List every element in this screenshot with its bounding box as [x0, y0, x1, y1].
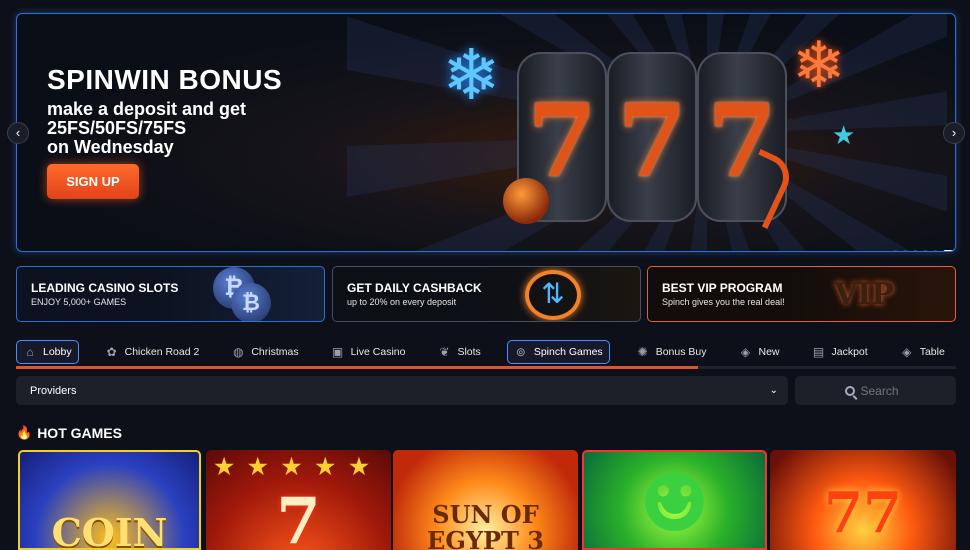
game-tile[interactable]: ☻	[582, 450, 767, 550]
hero-banner[interactable]: ❄ ❄ ★ 7 7 7 SPINWIN BONUS make a deposit…	[16, 13, 956, 252]
chevron-down-icon: ⌄	[769, 385, 778, 396]
search-icon	[844, 385, 855, 396]
tab-label: Table	[919, 346, 945, 358]
nav-scroll-progress	[16, 366, 956, 369]
person-icon: ▣	[331, 345, 344, 359]
tab-label: Chicken Road 2	[124, 346, 200, 358]
providers-dropdown[interactable]: Providers ⌄	[16, 376, 788, 405]
vip-logo-icon: VIP	[834, 277, 894, 312]
tab-label: Christmas	[251, 346, 299, 358]
spinch-logo-icon: ⊚	[515, 345, 526, 359]
game-tile[interactable]: COIN	[18, 450, 201, 550]
providers-label: Providers	[30, 384, 77, 397]
carousel-dot[interactable]	[923, 250, 928, 251]
nav-scroll-progress-fill	[16, 366, 698, 369]
carousel-dot[interactable]	[933, 250, 938, 251]
tab-table[interactable]: ◈ Table	[894, 340, 951, 364]
promo-title: BEST VIP PROGRAM	[662, 281, 783, 295]
cards-icon: ◈	[902, 345, 912, 359]
game-tile[interactable]: 77	[770, 450, 956, 550]
promo-card-slots[interactable]: ₿ ₿ LEADING CASINO SLOTS ENJOY 5,000+ GA…	[16, 266, 325, 322]
search-input[interactable]	[860, 383, 907, 398]
tab-label: New	[758, 346, 780, 358]
promo-title: LEADING CASINO SLOTS	[31, 281, 179, 295]
tab-jackpot[interactable]: ▤ Jackpot	[806, 340, 874, 364]
tab-new[interactable]: ◈ New	[732, 340, 785, 364]
category-nav: ⌂ Lobby ✿ Chicken Road 2 ◍ Christmas ▣ L…	[16, 338, 956, 366]
tab-slots[interactable]: ❦ Slots	[431, 340, 486, 364]
game-art-text: 7	[276, 484, 321, 550]
promo-card-cashback[interactable]: ⇅ GET DAILY CASHBACK up to 20% on every …	[332, 266, 641, 322]
carousel-dot[interactable]	[913, 250, 918, 251]
hot-games-row: COIN ★★★★★ 7 SUN OF EGYPT 3 ☻ 77	[16, 450, 956, 550]
search-box[interactable]	[795, 376, 956, 405]
chicken-icon: ✿	[106, 345, 117, 359]
home-icon: ⌂	[26, 345, 34, 359]
slot-reel: 7	[607, 52, 697, 222]
tab-christmas[interactable]: ◍ Christmas	[225, 340, 304, 364]
frog-illustration: ☻	[638, 456, 711, 550]
hot-games-heading: 🔥 HOT GAMES	[16, 425, 122, 441]
star-icon: ★	[832, 120, 856, 150]
flame-icon: 🔥	[16, 425, 33, 440]
carousel-dots	[893, 250, 955, 251]
carousel-prev-button[interactable]: ‹	[7, 122, 29, 144]
hero-title: SPINWIN BONUS	[47, 64, 283, 95]
cashback-icon: ⇅	[525, 270, 581, 320]
hero-subtitle-line: make a deposit and get	[47, 99, 247, 119]
tab-label: Live Casino	[350, 346, 406, 358]
hero-subtitle-line: 25FS/50FS/75FS	[47, 118, 187, 138]
sign-up-button[interactable]: SIGN UP	[47, 164, 139, 199]
hero-subtitle: make a deposit and get 25FS/50FS/75FS on…	[47, 100, 307, 157]
gear-icon: ✺	[637, 345, 648, 359]
tab-bonus-buy[interactable]: ✺ Bonus Buy	[630, 340, 713, 364]
promo-subtitle: up to 20% on every deposit	[347, 297, 457, 307]
tab-label: Spinch Games	[533, 346, 603, 358]
game-art-text: COIN	[51, 510, 168, 550]
game-tile[interactable]: SUN OF EGYPT 3	[393, 450, 578, 550]
game-tile[interactable]: ★★★★★ 7	[206, 450, 391, 550]
cherry-icon: ❦	[439, 345, 450, 359]
ornament-icon: ◍	[233, 345, 244, 359]
tab-label: Slots	[457, 346, 481, 358]
chest-icon: ▤	[812, 345, 825, 359]
tab-label: Jackpot	[831, 346, 868, 358]
tab-label: Bonus Buy	[655, 346, 707, 358]
promo-card-vip[interactable]: VIP BEST VIP PROGRAM Spinch gives you th…	[647, 266, 956, 322]
carousel-next-button[interactable]: ›	[943, 122, 965, 144]
game-art-text: 77	[824, 480, 902, 546]
tab-chicken-road-2[interactable]: ✿ Chicken Road 2	[99, 340, 206, 364]
badge-icon: ◈	[740, 345, 751, 359]
promo-title: GET DAILY CASHBACK	[347, 281, 482, 295]
hero-subtitle-line: on Wednesday	[47, 137, 174, 157]
tab-label: Lobby	[43, 346, 72, 358]
tab-spinch-games[interactable]: ⊚ Spinch Games	[506, 340, 610, 364]
tab-lobby[interactable]: ⌂ Lobby	[16, 340, 79, 364]
section-title: HOT GAMES	[37, 425, 122, 441]
bitcoin-icon: ₿	[231, 283, 271, 321]
ornament-illustration	[503, 178, 549, 224]
snowflake-icon: ❄	[442, 36, 501, 114]
carousel-dot[interactable]	[893, 250, 898, 251]
carousel-dot-active[interactable]	[943, 250, 955, 251]
star-icon: ★★★★★	[214, 454, 383, 480]
game-art-text: SUN OF EGYPT 3	[427, 500, 544, 550]
tab-live-casino[interactable]: ▣ Live Casino	[325, 340, 412, 364]
carousel-dot[interactable]	[903, 250, 908, 251]
promo-subtitle: ENJOY 5,000+ GAMES	[31, 297, 127, 307]
promo-subtitle: Spinch gives you the real deal!	[662, 297, 785, 307]
